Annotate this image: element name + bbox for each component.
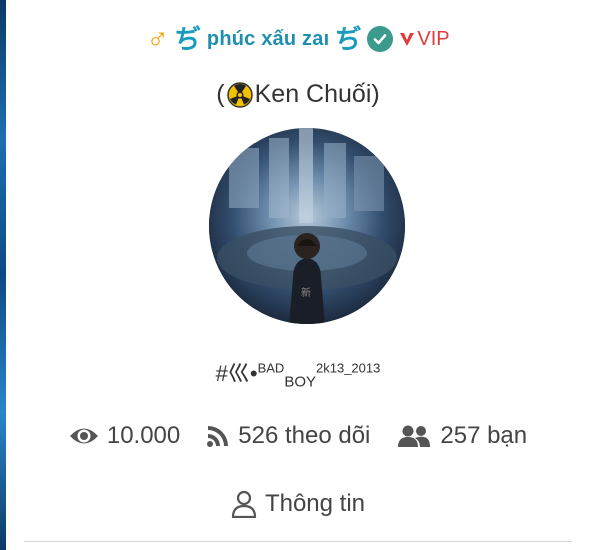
profile-stats: 10.000 526 theo dõi 257 bạn [6,422,590,450]
followers-count: 526 theo dõi [238,422,371,449]
tab-info[interactable]: Thông tin [6,490,590,518]
profile-tagline: #巛•BADBOY2k13_2013 [215,360,381,391]
rss-icon [207,426,229,447]
friends-count: 257 bạn [440,422,528,449]
profile-card: ♂ ぢ phúc xấu zaı ぢ VIP ( Ken Chuối) 新 #… [6,0,590,550]
users-icon [398,425,431,447]
views-stat: 10.000 [69,422,180,450]
avatar-image: 新 [209,128,405,324]
profile-display-name: phúc xấu zaı [206,27,330,50]
followers-stat[interactable]: 526 theo dõi [206,422,370,450]
vip-badge: VIP [399,27,450,51]
tab-info-label: Thông tin [264,490,366,517]
views-count: 10.000 [106,422,181,449]
radioactive-icon [226,81,253,108]
divider [24,541,572,542]
male-icon: ♂ [146,22,169,55]
profile-name-row: ♂ ぢ phúc xấu zaı ぢ VIP [6,24,590,54]
nickname-text: Ken Chuối [254,80,372,108]
user-icon [231,490,257,518]
vip-label: VIP [417,27,450,50]
vip-icon [400,33,415,46]
eye-icon [69,428,98,444]
deco-icon: ぢ [335,24,362,54]
verified-icon [367,26,394,52]
avatar[interactable]: 新 [209,128,405,324]
profile-nickname: ( Ken Chuối ) [216,80,380,108]
deco-icon: ぢ [174,24,201,54]
svg-text:新: 新 [301,286,311,299]
friends-stat[interactable]: 257 bạn [396,422,527,450]
